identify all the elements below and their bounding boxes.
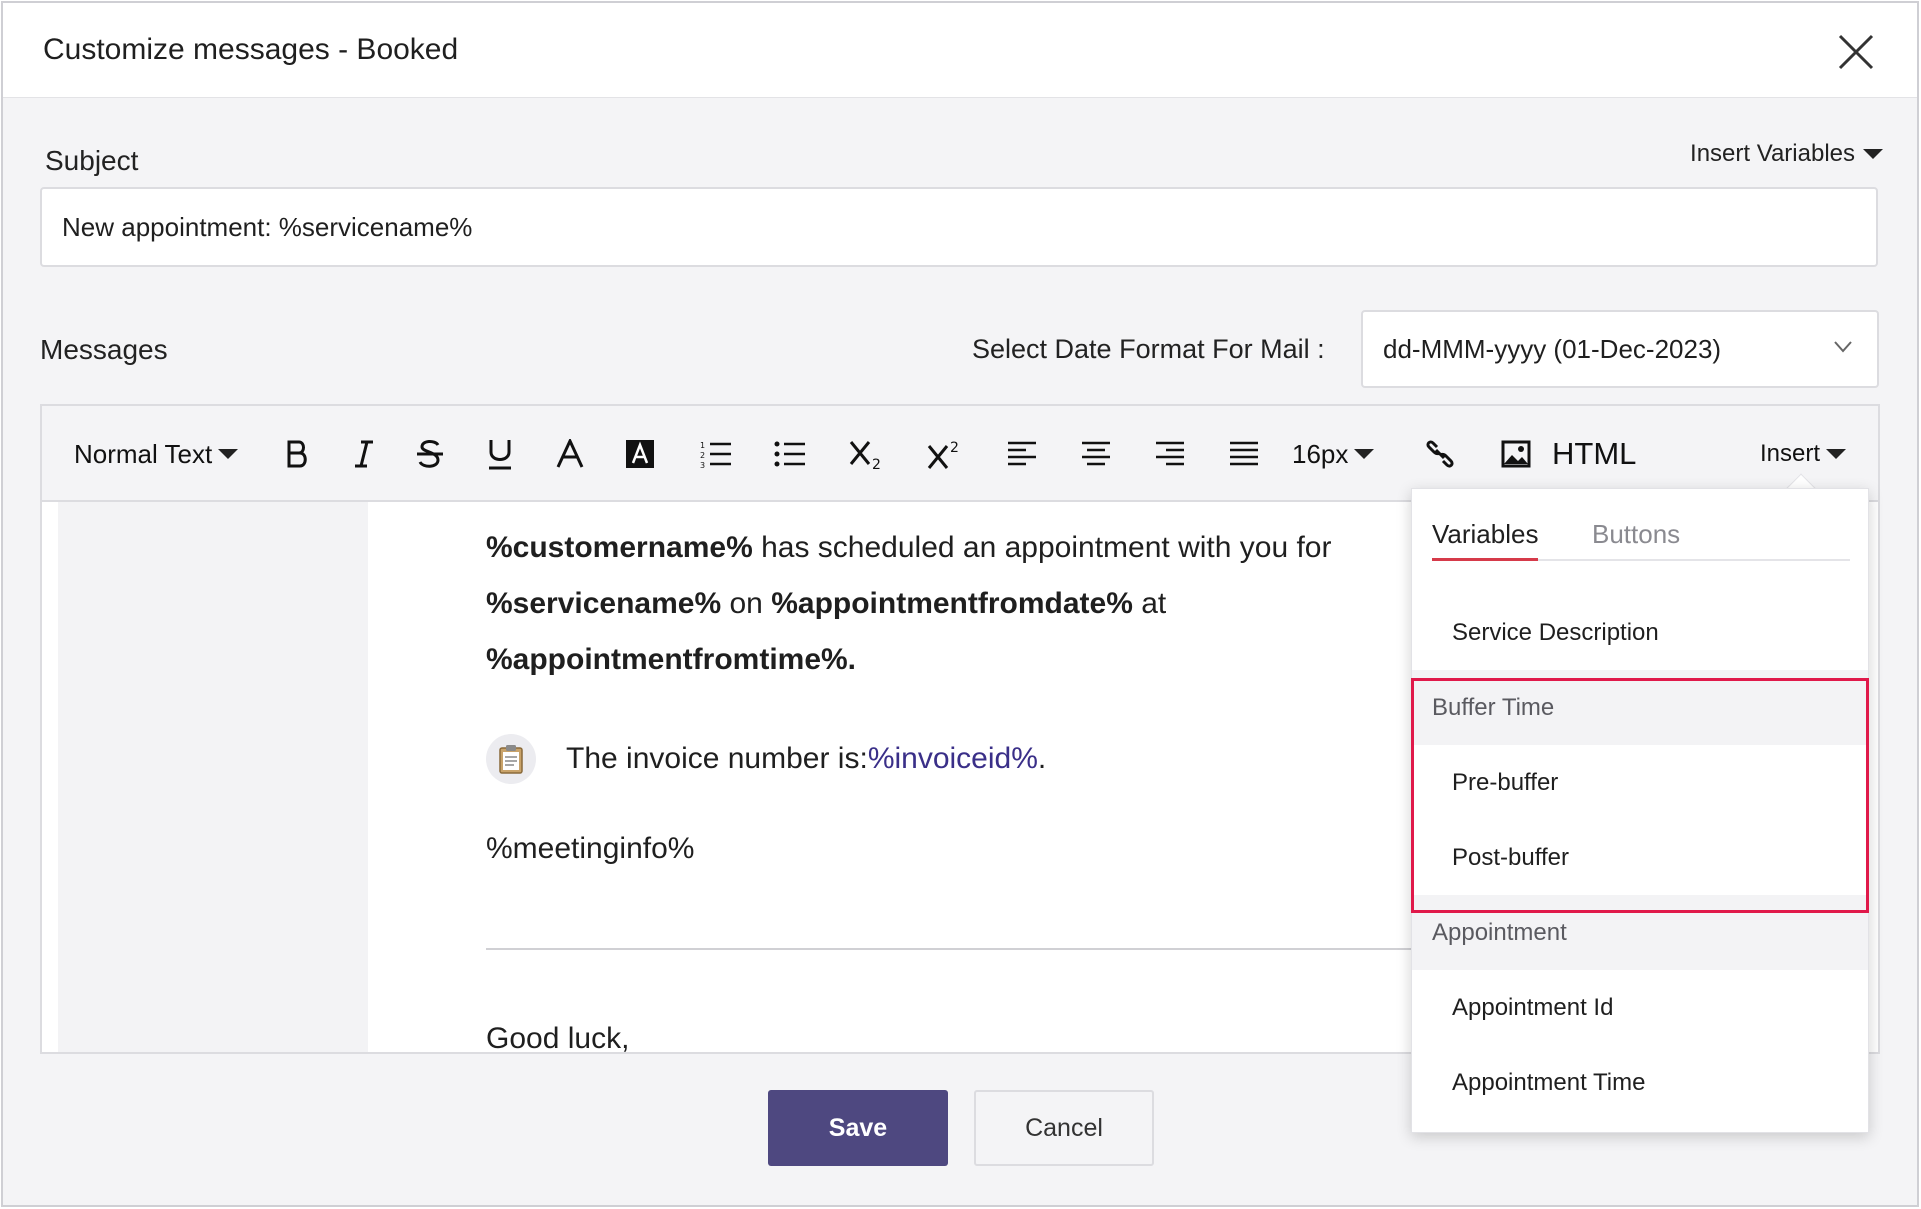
link-icon[interactable] — [1420, 432, 1460, 476]
popup-group-buffer-time: Buffer Time — [1412, 670, 1868, 745]
content-divider — [486, 948, 1446, 950]
dialog-header: Customize messages - Booked — [3, 3, 1917, 98]
subscript-icon[interactable]: 2 — [842, 432, 892, 476]
variable-appointmentfromtime: %appointmentfromtime%. — [486, 643, 857, 676]
invoice-text: The invoice number is: — [566, 742, 868, 775]
popup-item-appointment-time[interactable]: Appointment Time — [1412, 1045, 1868, 1120]
font-color-icon[interactable] — [550, 432, 590, 476]
ordered-list-icon[interactable]: 123 — [694, 432, 738, 476]
popup-group-appointment: Appointment — [1412, 895, 1868, 970]
text-style-dropdown[interactable]: Normal Text — [74, 432, 239, 476]
caret-down-icon — [1863, 149, 1883, 159]
closing-text: Good luck, — [486, 1022, 630, 1054]
align-center-icon[interactable] — [1074, 432, 1118, 476]
font-size-label: 16px — [1292, 438, 1349, 469]
date-format-select[interactable]: dd-MMM-yyyy (01-Dec-2023) — [1361, 310, 1879, 388]
popup-item-service-description[interactable]: Service Description — [1412, 595, 1868, 670]
superscript-icon[interactable]: 2 — [920, 432, 970, 476]
editor-gutter — [58, 502, 368, 1052]
caret-down-icon — [218, 449, 239, 459]
clipboard-icon — [486, 734, 536, 784]
caret-down-icon — [1826, 449, 1847, 459]
italic-icon[interactable] — [344, 432, 384, 476]
subject-label: Subject — [45, 145, 139, 176]
caret-down-icon — [1354, 449, 1375, 459]
svg-text:2: 2 — [950, 440, 959, 456]
message-line-2: %servicename% on %appointmentfromdate% a… — [486, 576, 1446, 632]
popup-item-appointment-id[interactable]: Appointment Id — [1412, 970, 1868, 1045]
invoice-line: The invoice number is: %invoiceid%. — [486, 734, 1046, 784]
invoice-period: . — [1037, 742, 1047, 775]
image-icon[interactable] — [1496, 432, 1536, 476]
chevron-down-icon — [1834, 341, 1852, 353]
message-line-1: %customername% has scheduled an appointm… — [486, 520, 1446, 576]
message-text: %customername% has scheduled an appointm… — [486, 520, 1446, 688]
close-icon[interactable] — [1837, 33, 1875, 71]
save-button[interactable]: Save — [768, 1090, 948, 1166]
popup-tabs: Variables Buttons — [1432, 519, 1850, 561]
messages-label: Messages — [40, 334, 168, 365]
align-left-icon[interactable] — [1000, 432, 1044, 476]
variable-appointmentfromdate: %appointmentfromdate% — [771, 587, 1133, 620]
html-mode-button[interactable]: HTML — [1552, 432, 1636, 476]
popup-item-post-buffer[interactable]: Post-buffer — [1412, 820, 1868, 895]
message-text-fragment: on — [721, 587, 772, 620]
bold-icon[interactable] — [278, 432, 318, 476]
justify-icon[interactable] — [1222, 432, 1266, 476]
svg-text:2: 2 — [700, 451, 705, 460]
subject-input[interactable] — [40, 187, 1878, 267]
insert-dropdown[interactable]: Insert — [1760, 432, 1847, 476]
variable-servicename: %servicename% — [486, 587, 722, 620]
date-format-label: Select Date Format For Mail : — [972, 334, 1325, 364]
unordered-list-icon[interactable] — [768, 432, 812, 476]
date-format-value: dd-MMM-yyyy (01-Dec-2023) — [1383, 334, 1722, 364]
variable-invoiceid: %invoiceid% — [867, 742, 1038, 775]
tab-buttons[interactable]: Buttons — [1592, 519, 1680, 561]
message-line-3: %appointmentfromtime%. — [486, 632, 1446, 688]
dialog-title: Customize messages - Booked — [43, 33, 459, 66]
font-size-dropdown[interactable]: 16px — [1292, 432, 1375, 476]
insert-popup: Variables Buttons Service Description Bu… — [1411, 488, 1869, 1133]
message-text-fragment: has scheduled an appointment with you fo… — [752, 531, 1332, 564]
svg-text:1: 1 — [700, 441, 705, 450]
variable-meetinginfo: %meetinginfo% — [486, 832, 695, 865]
underline-icon[interactable] — [480, 432, 520, 476]
text-style-label: Normal Text — [74, 438, 213, 469]
strikethrough-icon[interactable] — [410, 432, 450, 476]
tab-variables[interactable]: Variables — [1432, 519, 1539, 561]
insert-variables-label: Insert Variables — [1690, 140, 1855, 167]
insert-label: Insert — [1760, 440, 1821, 467]
svg-text:2: 2 — [872, 457, 881, 470]
cancel-button[interactable]: Cancel — [974, 1090, 1154, 1166]
align-right-icon[interactable] — [1148, 432, 1192, 476]
popup-item-pre-buffer[interactable]: Pre-buffer — [1412, 745, 1868, 820]
insert-variables-dropdown[interactable]: Insert Variables — [1690, 140, 1883, 168]
message-text-fragment: at — [1132, 587, 1167, 620]
highlight-color-icon[interactable] — [620, 432, 660, 476]
svg-text:3: 3 — [700, 461, 705, 468]
variable-customername: %customername% — [486, 531, 753, 564]
